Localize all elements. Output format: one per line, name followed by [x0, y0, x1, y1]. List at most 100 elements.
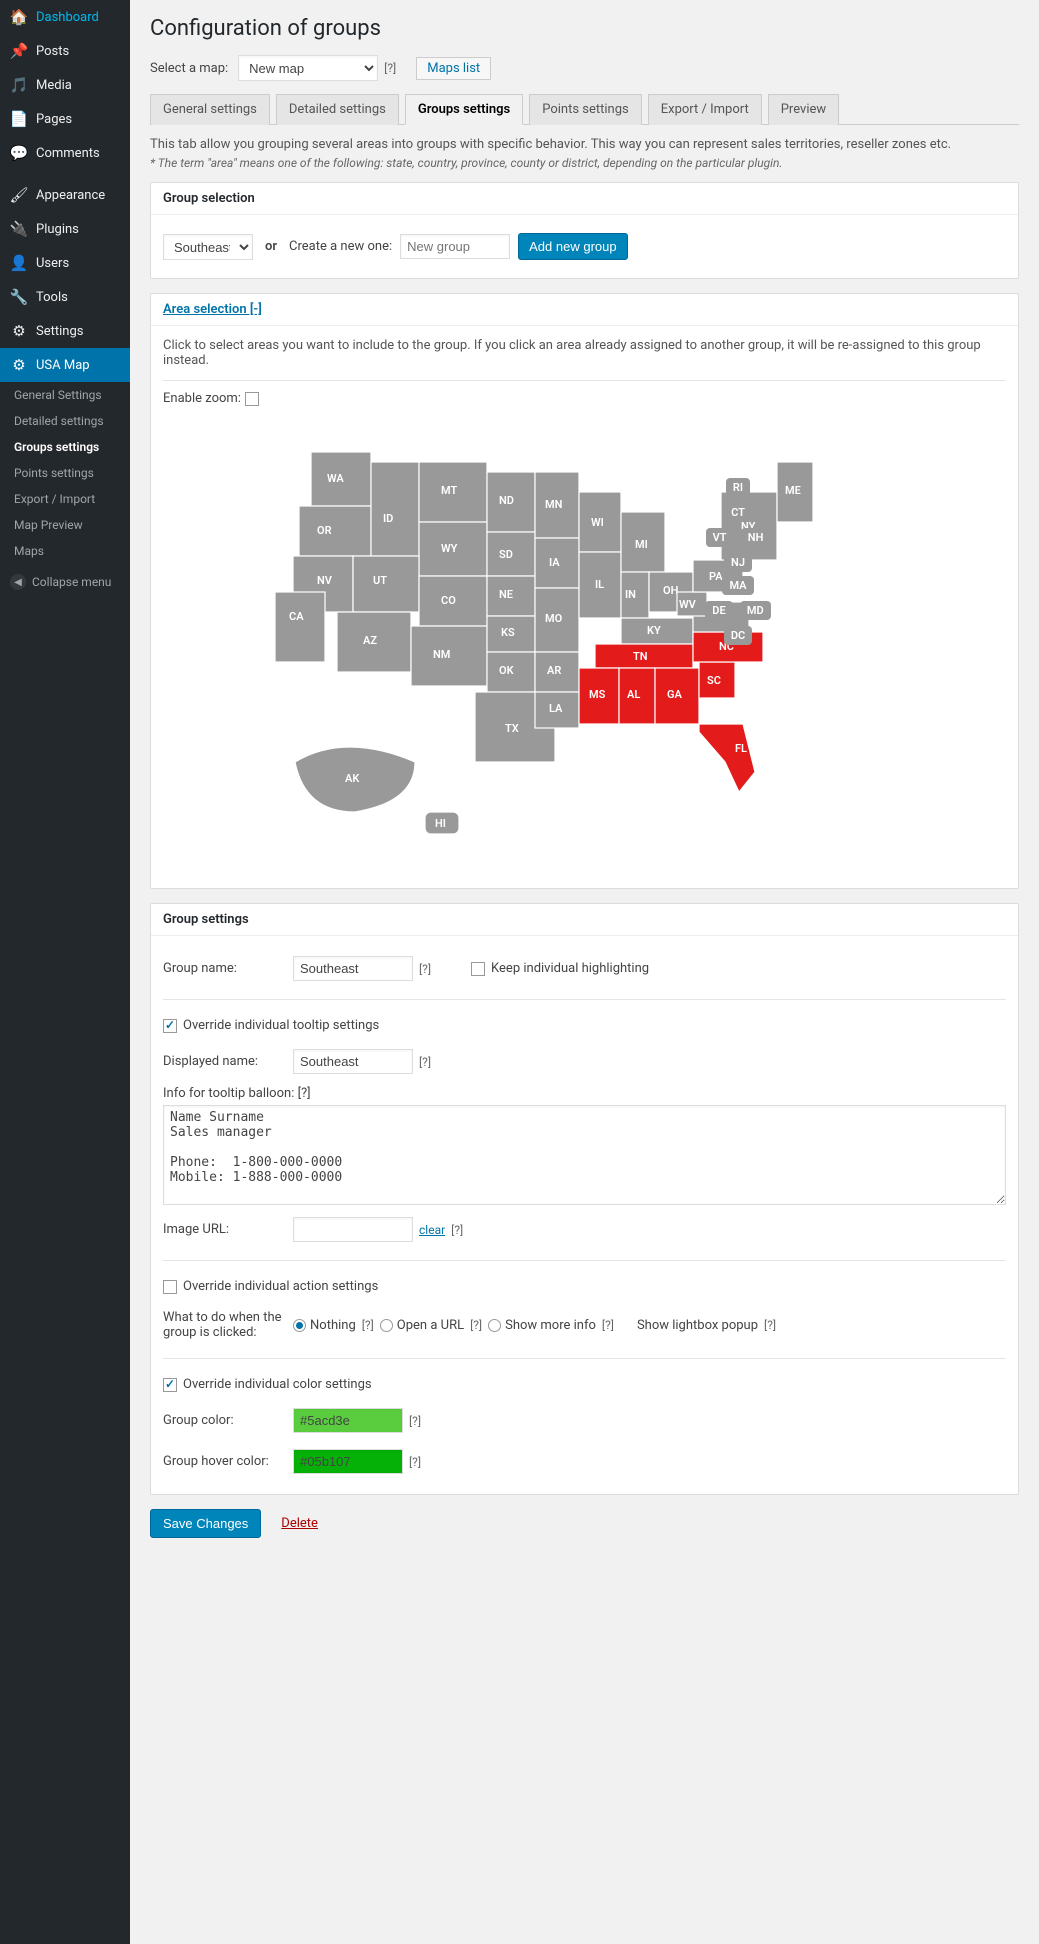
tab-detailed[interactable]: Detailed settings	[276, 94, 399, 125]
pages-icon: 📄	[10, 110, 28, 128]
hover-color-label: Group hover color:	[163, 1454, 293, 1469]
chevron-left-icon: ◀	[10, 574, 26, 590]
help-icon[interactable]: [?]	[764, 1318, 776, 1332]
page-title: Configuration of groups	[150, 16, 1019, 41]
help-icon[interactable]: [?]	[409, 1414, 421, 1428]
collapse-menu[interactable]: ◀Collapse menu	[0, 564, 130, 600]
or-label: or	[265, 239, 277, 254]
override-action-label: Override individual action settings	[183, 1279, 378, 1294]
override-color-label: Override individual color settings	[183, 1377, 372, 1392]
tooltip-info-textarea[interactable]: Name Surname Sales manager Phone: 1-800-…	[163, 1105, 1006, 1205]
tooltip-info-label: Info for tooltip balloon: [?]	[163, 1086, 311, 1101]
state-badge-ma[interactable]: MA	[722, 576, 753, 595]
sub-detailed-settings[interactable]: Detailed settings	[0, 408, 130, 434]
sub-export-import[interactable]: Export / Import	[0, 486, 130, 512]
sidebar-item-pages[interactable]: 📄Pages	[0, 102, 130, 136]
help-icon[interactable]: [?]	[409, 1455, 421, 1469]
group-color-input[interactable]	[293, 1408, 403, 1433]
save-button[interactable]: Save Changes	[150, 1509, 261, 1538]
tab-preview[interactable]: Preview	[768, 94, 839, 125]
tab-note: * The term "area" means one of the follo…	[150, 156, 1019, 170]
action-label: What to do when the group is clicked:	[163, 1310, 293, 1340]
sub-points-settings[interactable]: Points settings	[0, 460, 130, 486]
help-icon[interactable]: [?]	[451, 1223, 463, 1237]
area-selection-toggle[interactable]: Area selection [-]	[151, 294, 1018, 326]
new-group-input[interactable]	[400, 234, 510, 259]
enable-zoom-label: Enable zoom:	[163, 391, 241, 406]
keep-highlight-label: Keep individual highlighting	[491, 961, 649, 976]
comments-icon: 💬	[10, 144, 28, 162]
tab-points[interactable]: Points settings	[529, 94, 642, 125]
maps-list-button[interactable]: Maps list	[416, 57, 491, 80]
sub-maps[interactable]: Maps	[0, 538, 130, 564]
plugins-icon: 🔌	[10, 220, 28, 238]
group-settings-title: Group settings	[151, 904, 1018, 936]
state-badge-nj[interactable]: NJ	[724, 553, 752, 572]
sidebar-item-comments[interactable]: 💬Comments	[0, 136, 130, 170]
appearance-icon: 🖌	[10, 186, 28, 204]
help-icon[interactable]: [?]	[602, 1318, 614, 1332]
media-icon: 🎵	[10, 76, 28, 94]
posts-icon: 📌	[10, 42, 28, 60]
image-url-input[interactable]	[293, 1217, 413, 1242]
sidebar-item-posts[interactable]: 📌Posts	[0, 34, 130, 68]
override-color-checkbox[interactable]	[163, 1378, 177, 1392]
admin-sidebar: 🏠Dashboard 📌Posts 🎵Media 📄Pages 💬Comment…	[0, 0, 130, 1944]
select-map-label: Select a map:	[150, 61, 228, 76]
state-badge-ct[interactable]: CT	[724, 503, 752, 522]
state-badge-md[interactable]: MD	[740, 601, 771, 620]
delete-link[interactable]: Delete	[281, 1516, 318, 1531]
state-badge-dc[interactable]: DC	[724, 626, 752, 645]
sidebar-item-dashboard[interactable]: 🏠Dashboard	[0, 0, 130, 34]
action-nothing-radio[interactable]	[293, 1319, 306, 1332]
help-icon[interactable]: [?]	[419, 962, 431, 976]
action-moreinfo-radio[interactable]	[488, 1319, 501, 1332]
area-selection-panel: Area selection [-] Click to select areas…	[150, 293, 1019, 889]
sub-general-settings[interactable]: General Settings	[0, 382, 130, 408]
create-new-label: Create a new one:	[289, 239, 392, 254]
dashboard-icon: 🏠	[10, 8, 28, 26]
sidebar-item-users[interactable]: 👤Users	[0, 246, 130, 280]
help-icon[interactable]: [?]	[362, 1318, 374, 1332]
hover-color-input[interactable]	[293, 1449, 403, 1474]
sub-groups-settings[interactable]: Groups settings	[0, 434, 130, 460]
image-url-label: Image URL:	[163, 1222, 293, 1237]
settings-icon: ⚙	[10, 322, 28, 340]
displayed-name-input[interactable]	[293, 1049, 413, 1074]
sidebar-item-plugins[interactable]: 🔌Plugins	[0, 212, 130, 246]
add-group-button[interactable]: Add new group	[518, 233, 627, 260]
state-badge-de[interactable]: DE	[705, 601, 732, 620]
usa-map[interactable]: WA OR ID MT WY NV UT CO CA AZ NM ND SD N…	[163, 412, 1006, 876]
tab-export[interactable]: Export / Import	[648, 94, 762, 125]
override-tooltip-label: Override individual tooltip settings	[183, 1018, 379, 1033]
area-instructions: Click to select areas you want to includ…	[163, 338, 1006, 368]
state-badge-vt[interactable]: VT	[706, 528, 734, 547]
tab-groups[interactable]: Groups settings	[405, 94, 523, 125]
group-name-label: Group name:	[163, 961, 293, 976]
group-select[interactable]: Southeast	[163, 234, 253, 260]
override-action-checkbox[interactable]	[163, 1280, 177, 1294]
help-icon[interactable]: [?]	[384, 61, 396, 75]
action-url-radio[interactable]	[380, 1319, 393, 1332]
sidebar-item-tools[interactable]: 🔧Tools	[0, 280, 130, 314]
state-badge-nh[interactable]: NH	[741, 528, 771, 547]
sidebar-item-settings[interactable]: ⚙Settings	[0, 314, 130, 348]
override-tooltip-checkbox[interactable]	[163, 1019, 177, 1033]
users-icon: 👤	[10, 254, 28, 272]
sidebar-item-appearance[interactable]: 🖌Appearance	[0, 178, 130, 212]
sub-map-preview[interactable]: Map Preview	[0, 512, 130, 538]
tab-general[interactable]: General settings	[150, 94, 270, 125]
sidebar-item-usa-map[interactable]: ⚙USA Map	[0, 348, 130, 382]
displayed-name-label: Displayed name:	[163, 1054, 293, 1069]
help-icon[interactable]: [?]	[470, 1318, 482, 1332]
clear-link[interactable]: clear	[419, 1223, 445, 1237]
select-map[interactable]: New map	[238, 55, 378, 81]
group-name-input[interactable]	[293, 956, 413, 981]
sidebar-item-media[interactable]: 🎵Media	[0, 68, 130, 102]
group-selection-title: Group selection	[151, 183, 1018, 215]
tabs: General settings Detailed settings Group…	[150, 93, 1019, 125]
state-badge-ri[interactable]: RI	[726, 478, 750, 497]
enable-zoom-checkbox[interactable]	[245, 392, 259, 406]
keep-highlight-checkbox[interactable]	[471, 962, 485, 976]
help-icon[interactable]: [?]	[419, 1055, 431, 1069]
